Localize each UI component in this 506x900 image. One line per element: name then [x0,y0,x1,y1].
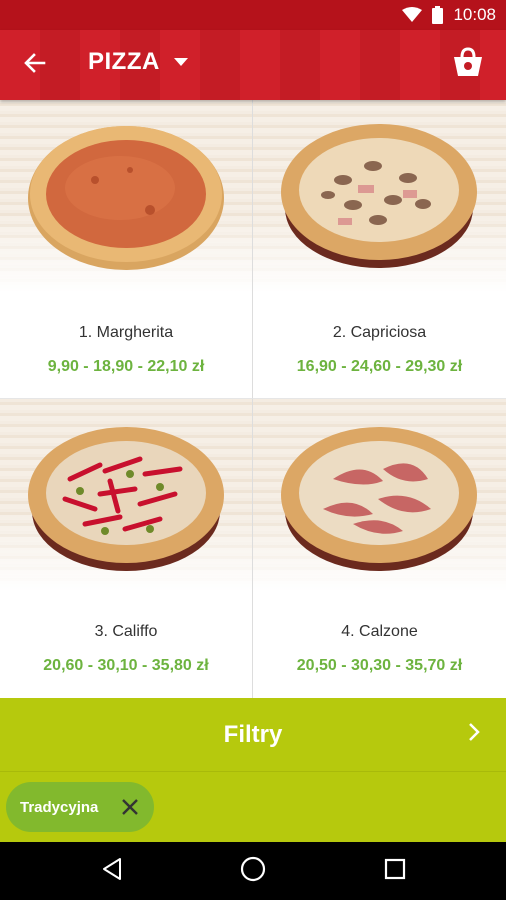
product-name: 3. Califfo [94,623,158,640]
shopping-basket-icon [451,45,485,84]
pizza-image [0,100,252,292]
product-card[interactable]: 1. Margherita 9,90 - 18,90 - 22,10 zł [0,100,253,399]
filter-chip-label: Tradycyjna [20,798,99,816]
dropdown-caret-icon [173,53,188,71]
nav-recents-button[interactable] [380,856,410,886]
product-card[interactable]: 4. Calzone 20,50 - 30,30 - 35,70 zł [253,399,506,698]
chevron-right-icon [468,722,480,747]
filter-chip[interactable]: Tradycyjna [6,782,154,832]
close-icon[interactable] [120,797,140,817]
status-time: 10:08 [453,5,496,24]
pizza-image [253,100,506,292]
product-price: 16,90 - 24,60 - 29,30 zł [296,358,463,375]
product-price: 20,50 - 30,30 - 35,70 zł [296,657,463,674]
system-nav-bar [0,842,506,900]
product-grid: 1. Margherita 9,90 - 18,90 - 22,10 zł 2.… [0,100,506,698]
active-filters: Tradycyjna [0,772,506,842]
product-name: 2. Capriciosa [332,324,427,341]
product-price: 9,90 - 18,90 - 22,10 zł [47,358,205,375]
nav-home-button[interactable] [238,856,268,886]
status-bar: 10:08 [0,0,506,30]
nav-home-icon [240,856,266,887]
product-card[interactable]: 3. Califfo 20,60 - 30,10 - 35,80 zł [0,399,253,698]
app-bar: PIZZA [0,30,506,100]
wifi-icon [402,7,423,23]
pizza-image [0,399,252,591]
cart-button[interactable] [450,45,486,83]
product-price: 20,60 - 30,10 - 35,80 zł [43,657,209,674]
category-dropdown[interactable]: PIZZA [88,48,188,76]
nav-recents-icon [384,858,406,885]
back-button[interactable] [20,50,50,80]
battery-icon [432,6,444,24]
product-card[interactable]: 2. Capriciosa 16,90 - 24,60 - 29,30 zł [253,100,506,399]
filters-button[interactable]: Filtry [0,698,506,772]
page-title: PIZZA [88,48,160,75]
back-arrow-icon [24,52,46,79]
product-name: 4. Calzone [341,623,418,640]
nav-back-button[interactable] [97,856,127,886]
nav-back-icon [100,857,124,886]
pizza-image [253,399,506,591]
filters-label: Filtry [223,720,283,748]
product-name: 1. Margherita [78,324,174,341]
